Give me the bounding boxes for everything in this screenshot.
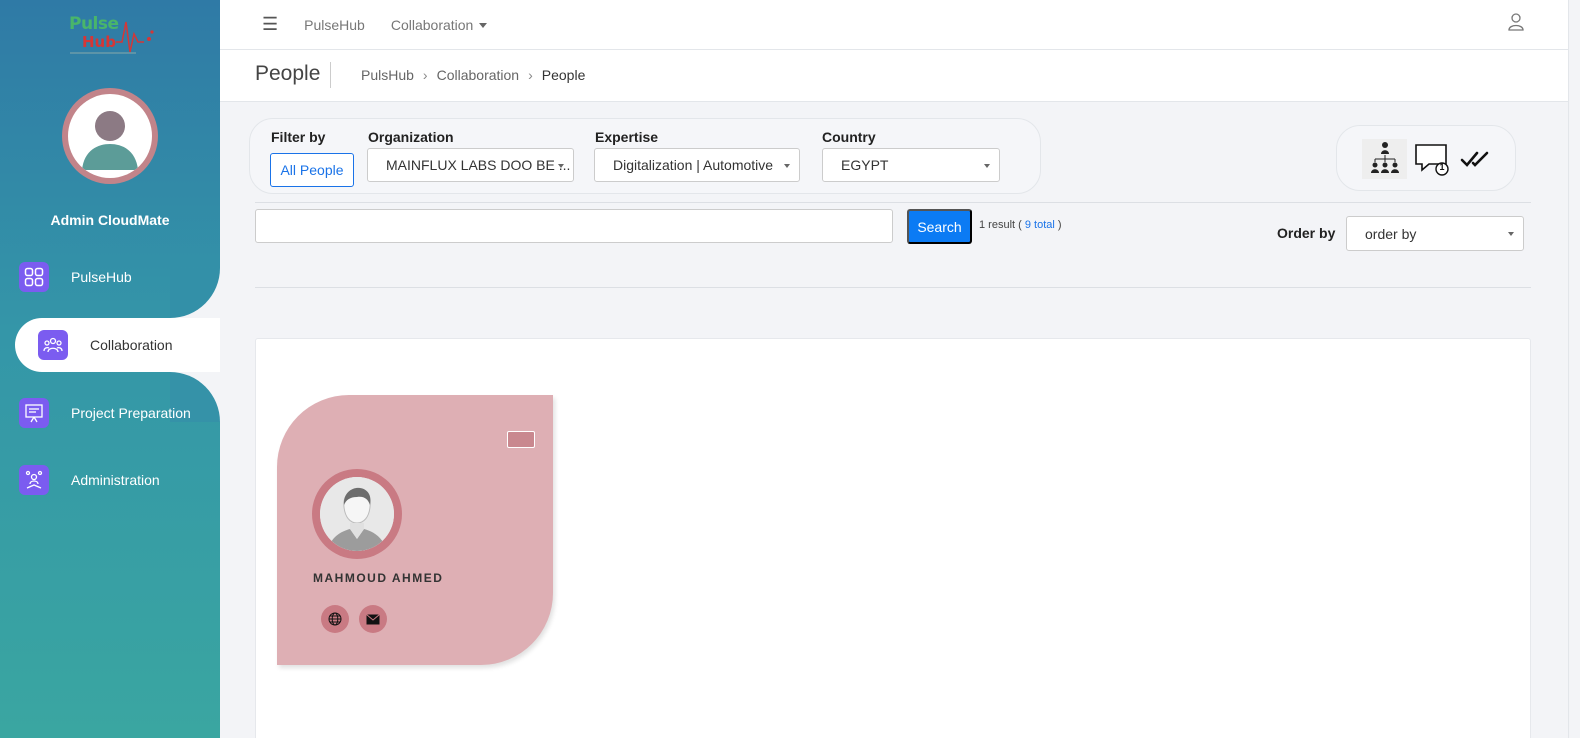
message-bubble-icon[interactable]: 1 [1413, 142, 1451, 178]
country-value: EGYPT [841, 157, 889, 173]
message-count-badge: 1 [1439, 162, 1445, 172]
result-count: 1 result ( 9 total ) [979, 219, 1062, 231]
all-people-button[interactable]: All People [270, 153, 354, 187]
result-paren-close: ) [1057, 219, 1062, 231]
search-input[interactable] [255, 209, 893, 243]
page-title: People [255, 62, 321, 85]
breadcrumb-separator: › [528, 67, 533, 83]
chevron-down-icon [784, 164, 790, 168]
team-icon [38, 330, 68, 360]
page-header: People PulsHub › Collaboration › People [220, 50, 1568, 102]
card-select-toggle[interactable] [507, 431, 535, 448]
top-navbar: ☰ PulseHub Collaboration [220, 0, 1568, 50]
person-avatar [312, 469, 402, 559]
org-chart-icon[interactable] [1362, 139, 1407, 179]
breadcrumb-separator: › [422, 67, 428, 83]
person-name: MAHMOUD AHMED [313, 571, 444, 585]
admin-people-icon [19, 465, 49, 495]
sidebar-item-collaboration[interactable]: Collaboration [15, 318, 220, 372]
topnav-pulsehub-link[interactable]: PulseHub [304, 17, 365, 33]
result-count-text: 1 result [979, 219, 1016, 231]
hamburger-icon[interactable]: ☰ [262, 14, 278, 35]
sidebar-item-label: Administration [71, 472, 160, 488]
breadcrumb-item-collaboration[interactable]: Collaboration [437, 67, 520, 83]
user-avatar[interactable] [62, 88, 158, 184]
sidebar-item-pulsehub[interactable]: PulseHub [0, 247, 220, 307]
result-paren-open: ( [1018, 219, 1022, 231]
expertise-select[interactable]: Digitalization | Automotive [594, 148, 800, 182]
globe-icon[interactable] [321, 605, 349, 633]
chevron-down-icon [558, 164, 564, 168]
sidebar-item-administration[interactable]: Administration [0, 450, 220, 510]
person-card[interactable]: MAHMOUD AHMED [277, 395, 553, 665]
divider [255, 287, 1531, 288]
sidebar-item-label: Project Preparation [71, 405, 191, 421]
sidebar-item-label: PulseHub [71, 269, 132, 285]
topnav-collaboration-dropdown[interactable]: Collaboration [391, 17, 488, 33]
pulsehub-logo[interactable]: Pulse Hub [66, 12, 158, 58]
expertise-label: Expertise [595, 129, 659, 145]
sidebar-item-project-preparation[interactable]: Project Preparation [0, 383, 220, 443]
person-silhouette-icon [320, 477, 394, 551]
sidebar: Pulse Hub Admin CloudMate PulseHub Colla… [0, 0, 220, 738]
presentation-icon [19, 398, 49, 428]
divider [255, 202, 1531, 203]
search-button[interactable]: Search [907, 209, 972, 244]
country-label: Country [822, 129, 876, 145]
breadcrumb-item-home[interactable]: PulsHub [361, 67, 414, 83]
grid-icon [19, 262, 49, 292]
organization-value: MAINFLUX LABS DOO BE ... [386, 157, 571, 173]
country-select[interactable]: EGYPT [822, 148, 1000, 182]
chevron-down-icon [1508, 232, 1514, 236]
divider [330, 62, 331, 88]
sidebar-item-label: Collaboration [90, 337, 173, 353]
page-right-edge [1568, 0, 1580, 738]
chevron-down-icon [479, 23, 488, 29]
result-total-link[interactable]: 9 total [1025, 219, 1055, 231]
expertise-value: Digitalization | Automotive [613, 157, 774, 173]
pulse-wave-icon [70, 21, 154, 54]
user-name: Admin CloudMate [50, 212, 170, 228]
filter-by-label: Filter by [271, 129, 326, 145]
order-by-label: Order by [1277, 225, 1336, 241]
user-icon[interactable] [1508, 13, 1524, 36]
organization-label: Organization [368, 129, 454, 145]
mail-icon[interactable] [359, 605, 387, 633]
breadcrumb-item-current: People [541, 67, 586, 83]
topnav-collaboration-label: Collaboration [390, 16, 474, 33]
chevron-down-icon [984, 164, 990, 168]
order-by-value: order by [1365, 225, 1417, 242]
order-by-select[interactable]: order by [1346, 216, 1524, 251]
breadcrumb: PulsHub › Collaboration › People [361, 67, 585, 83]
double-check-icon[interactable] [1460, 150, 1490, 173]
organization-select[interactable]: MAINFLUX LABS DOO BE ... [367, 148, 574, 182]
default-avatar-icon [82, 111, 138, 170]
